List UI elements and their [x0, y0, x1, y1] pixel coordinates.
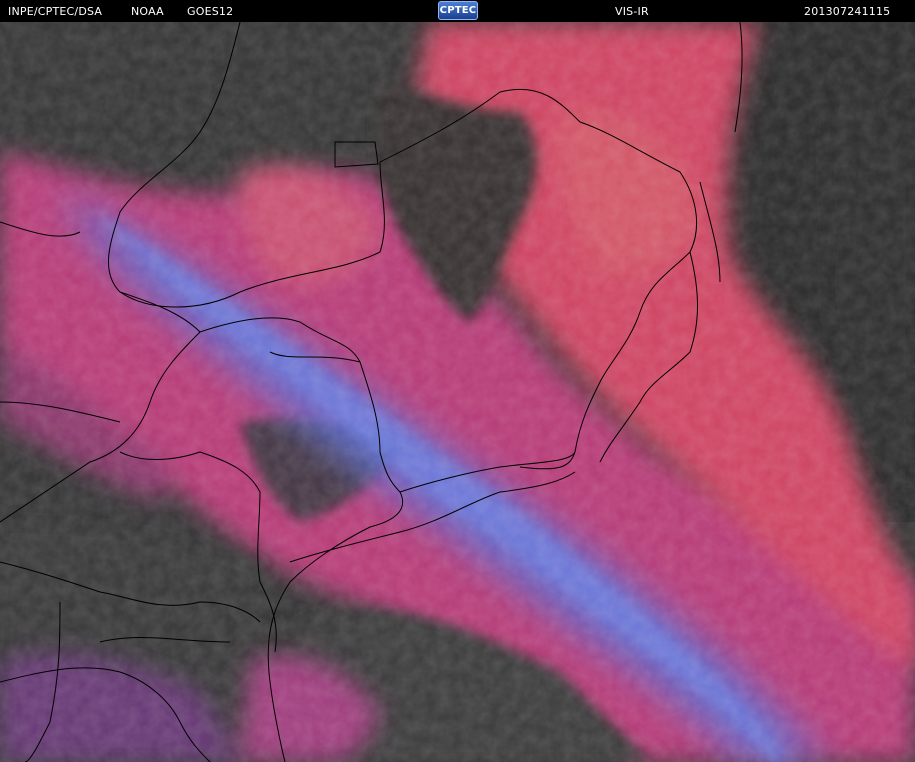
institution-label: INPE/CPTEC/DSA	[8, 5, 103, 18]
timestamp-label: 201307241115	[804, 5, 891, 18]
satellite-image	[0, 22, 915, 762]
image-header-bar: INPE/CPTEC/DSA NOAA GOES12 CPTEC VIS-IR …	[0, 0, 915, 22]
satellite-label: GOES12	[187, 5, 234, 18]
cptec-logo: CPTEC	[438, 1, 478, 20]
product-label: VIS-IR	[615, 5, 649, 18]
agency-label: NOAA	[131, 5, 164, 18]
